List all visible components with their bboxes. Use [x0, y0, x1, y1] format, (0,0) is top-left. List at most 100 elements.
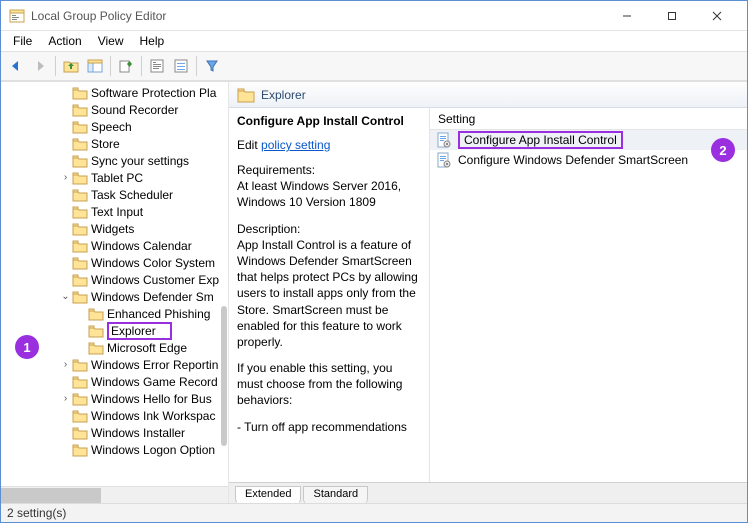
folder-icon: [72, 392, 88, 406]
chevron-down-icon[interactable]: ⌄: [59, 291, 72, 302]
settings-column-header[interactable]: Setting: [430, 108, 747, 130]
folder-icon: [72, 86, 88, 100]
tree-item[interactable]: Software Protection Pla: [1, 84, 228, 101]
tree-item-label: Windows Color System: [91, 256, 215, 270]
tree: Software Protection PlaSound RecorderSpe…: [1, 82, 228, 486]
tree-scroll[interactable]: Software Protection PlaSound RecorderSpe…: [1, 82, 228, 486]
forward-button[interactable]: [29, 55, 51, 77]
edit-label: Edit: [237, 138, 258, 152]
folder-icon: [72, 222, 88, 236]
tree-item[interactable]: Windows Calendar: [1, 237, 228, 254]
tree-item[interactable]: Text Input: [1, 203, 228, 220]
tree-item-label: Text Input: [91, 205, 143, 219]
description-block: Description: App Install Control is a fe…: [237, 221, 421, 351]
menu-help[interactable]: Help: [132, 32, 173, 50]
settings-row[interactable]: Configure App Install Control: [430, 130, 747, 150]
menu-action[interactable]: Action: [40, 32, 89, 50]
tree-item-label: Windows Error Reportin: [91, 358, 218, 372]
toolbar-divider: [55, 56, 56, 76]
refresh-button[interactable]: [170, 55, 192, 77]
folder-icon: [72, 358, 88, 372]
tree-item[interactable]: › Tablet PC: [1, 169, 228, 186]
tree-item[interactable]: Windows Game Record: [1, 373, 228, 390]
folder-icon: [88, 341, 104, 355]
tree-item[interactable]: Sync your settings: [1, 152, 228, 169]
minimize-button[interactable]: [604, 2, 649, 30]
tree-item-label: Windows Installer: [91, 426, 185, 440]
description-text-2: If you enable this setting, you must cho…: [237, 360, 421, 409]
tree-item-label: Tablet PC: [91, 171, 143, 185]
tree-item[interactable]: ⌄Windows Defender Sm: [1, 288, 228, 305]
tree-item[interactable]: Enhanced Phishing: [1, 305, 228, 322]
tabs: Extended Standard: [229, 482, 747, 503]
chevron-right-icon[interactable]: ›: [59, 359, 72, 370]
right-panel: Explorer Configure App Install Control E…: [229, 82, 747, 503]
tree-item-label: Store: [91, 137, 120, 151]
tree-item[interactable]: Sound Recorder: [1, 101, 228, 118]
tree-hscroll-track[interactable]: [1, 488, 228, 503]
description-text: App Install Control is a feature of Wind…: [237, 237, 421, 350]
callout-badge-2: 2: [711, 138, 735, 162]
tree-item[interactable]: Windows Installer: [1, 424, 228, 441]
tree-panel: Software Protection PlaSound RecorderSpe…: [1, 82, 229, 503]
menu-file[interactable]: File: [5, 32, 40, 50]
tab-extended[interactable]: Extended: [235, 486, 301, 503]
setting-title: Configure App Install Control: [237, 114, 421, 128]
tree-item[interactable]: Windows Ink Workspac: [1, 407, 228, 424]
properties-button[interactable]: [146, 55, 168, 77]
toolbar: [1, 51, 747, 81]
tree-item[interactable]: Windows Logon Option: [1, 441, 228, 458]
tree-item[interactable]: ›Windows Hello for Bus: [1, 390, 228, 407]
export-button[interactable]: [115, 55, 137, 77]
up-button[interactable]: [60, 55, 82, 77]
tree-item-label: Windows Logon Option: [91, 443, 215, 457]
show-hide-tree-button[interactable]: [84, 55, 106, 77]
folder-icon: [72, 171, 88, 185]
chevron-right-icon[interactable]: ›: [59, 393, 72, 404]
tree-item[interactable]: Windows Color System: [1, 254, 228, 271]
folder-icon: [72, 137, 88, 151]
close-button[interactable]: [694, 2, 739, 30]
tree-item[interactable]: Speech: [1, 118, 228, 135]
tree-item[interactable]: Task Scheduler: [1, 186, 228, 203]
folder-icon: [72, 120, 88, 134]
description-pane: Configure App Install Control Edit polic…: [229, 108, 429, 482]
tree-item[interactable]: Windows Customer Exp: [1, 271, 228, 288]
maximize-button[interactable]: [649, 2, 694, 30]
tree-hscroll-thumb[interactable]: [1, 488, 101, 503]
filter-button[interactable]: [201, 55, 223, 77]
tree-item-label: Explorer: [107, 322, 172, 340]
folder-icon: [72, 375, 88, 389]
tree-item-label: Windows Calendar: [91, 239, 192, 253]
statusbar: 2 setting(s): [1, 503, 747, 522]
menu-view[interactable]: View: [90, 32, 132, 50]
callout-badge-1: 1: [15, 335, 39, 359]
tree-vscroll[interactable]: [218, 82, 228, 486]
back-button[interactable]: [5, 55, 27, 77]
right-header: Explorer: [229, 82, 747, 108]
edit-policy-link[interactable]: policy setting: [261, 138, 330, 152]
settings-row-label: Configure App Install Control: [458, 131, 623, 149]
settings-row[interactable]: Configure Windows Defender SmartScreen: [430, 150, 747, 170]
folder-icon: [237, 87, 255, 103]
tree-item[interactable]: Explorer: [1, 322, 228, 339]
folder-icon: [72, 239, 88, 253]
status-text: 2 setting(s): [7, 506, 66, 520]
settings-list-pane: Setting Configure App Install Control Con…: [429, 108, 747, 482]
policy-icon: [436, 152, 452, 168]
tree-item-label: Software Protection Pla: [91, 86, 216, 100]
tree-hscroll[interactable]: [1, 486, 228, 503]
app-icon: [9, 8, 25, 24]
tree-item[interactable]: Widgets: [1, 220, 228, 237]
tree-vscroll-thumb[interactable]: [221, 306, 227, 446]
tree-item-label: Windows Ink Workspac: [91, 409, 215, 423]
tab-standard[interactable]: Standard: [303, 486, 368, 503]
window-title: Local Group Policy Editor: [31, 9, 604, 23]
tree-item[interactable]: Store: [1, 135, 228, 152]
window-buttons: [604, 2, 739, 30]
tree-item[interactable]: › Windows Error Reportin: [1, 356, 228, 373]
chevron-right-icon[interactable]: ›: [59, 172, 72, 183]
toolbar-divider: [141, 56, 142, 76]
settings-row-label: Configure Windows Defender SmartScreen: [458, 153, 688, 167]
folder-icon: [88, 307, 104, 321]
